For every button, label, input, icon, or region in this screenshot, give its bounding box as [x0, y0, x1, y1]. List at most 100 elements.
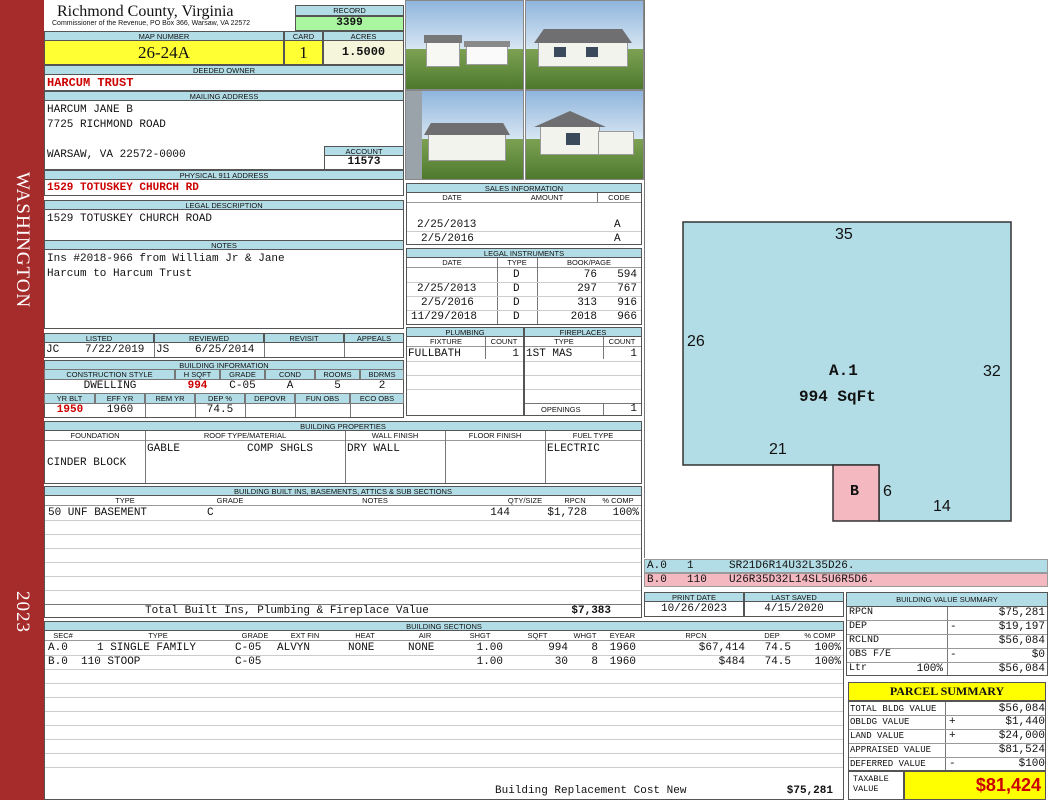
vs-value: $0 — [1031, 649, 1045, 661]
bi-header: H SQFT — [175, 369, 220, 380]
taxable-label-box: TAXABLE VALUE — [848, 771, 904, 800]
sales-row-code: A — [614, 219, 621, 231]
section-air: NONE — [408, 642, 435, 654]
bi-header: ECO OBS — [350, 393, 404, 404]
dim-stoop: 6 — [883, 483, 892, 500]
li-row-date: 2/5/2016 — [421, 297, 474, 309]
area-sqft: 994 SqFt — [799, 388, 876, 406]
section-header: SQFT — [527, 631, 548, 640]
builtin-header: NOTES — [362, 496, 388, 505]
built-ins-total-label: Total Built Ins, Plumbing & Fireplace Va… — [145, 605, 429, 617]
bi-header: DEPOVR — [245, 393, 295, 404]
mailing-line-1: HARCUM JANE B — [47, 104, 133, 116]
builtin-qty: 144 — [490, 507, 510, 519]
section-header: WHGT — [573, 631, 597, 640]
builtin-comp: 100% — [612, 507, 639, 519]
dim-notch: 21 — [769, 441, 787, 458]
ps-value: $56,084 — [998, 703, 1045, 715]
record-number: 3399 — [295, 16, 404, 31]
deeded-owner-box: HARCUM TRUST — [44, 74, 404, 91]
property-photo-front[interactable] — [525, 0, 644, 90]
bi-header: BDRMS — [360, 369, 404, 380]
section-sec: A.0 — [48, 642, 68, 654]
bi-value: 1960 — [106, 404, 134, 416]
builtin-header: RPCN — [564, 496, 586, 505]
side-district-label: WASHINGTON — [12, 171, 33, 309]
plumbing-count: 1 — [512, 348, 519, 360]
section-sqft: 994 — [548, 642, 568, 654]
property-photo-corner[interactable] — [525, 90, 644, 180]
property-photo-side[interactable] — [405, 90, 524, 180]
vector-code: 110 — [687, 574, 707, 586]
prop-header: FUEL TYPE — [572, 431, 614, 440]
bi-value: 2 — [378, 380, 386, 392]
dim-left: 26 — [687, 333, 705, 350]
notes-box: Ins #2018-966 from William Jr & Jane Har… — [44, 249, 404, 329]
fireplaces-table: TYPE COUNT 1ST MAS 1 OPENINGS 1 — [524, 336, 642, 416]
wall-finish-value: DRY WALL — [347, 443, 400, 455]
map-number: 26-24A — [44, 40, 284, 65]
legal-instruments-table: DATE TYPE BOOK/PAGE D 76 594 2/25/2013 D… — [406, 257, 642, 325]
side-year-label: 2023 — [12, 591, 33, 633]
bi-header: ROOMS — [315, 369, 360, 380]
li-row-book: 297 — [577, 283, 597, 295]
replacement-cost-value: $75,281 — [786, 785, 833, 797]
vs-value: $56,084 — [998, 635, 1045, 647]
commissioner-address: Commissioner of the Revenue, PO Box 366,… — [52, 20, 251, 27]
bi-value: 994 — [187, 380, 208, 392]
built-ins-total-value: $7,383 — [571, 605, 611, 617]
ps-label: DEFERRED VALUE — [850, 759, 926, 769]
vector-sec: B.0 — [647, 574, 667, 586]
area-label: A.1 — [829, 362, 858, 380]
li-header-book: BOOK/PAGE — [566, 258, 612, 267]
section-rpcn: $67,414 — [698, 642, 745, 654]
ps-value: $100 — [1018, 758, 1045, 770]
section-eyear: 1960 — [609, 642, 636, 654]
vs-pct: 100% — [916, 663, 943, 675]
vs-sign: - — [950, 621, 957, 633]
li-header-type: TYPE — [507, 258, 527, 267]
vs-value: $19,197 — [998, 621, 1045, 633]
section-rpcn: $484 — [718, 656, 745, 668]
taxable-label: TAXABLE VALUE — [853, 774, 889, 794]
section-header: GRADE — [241, 631, 269, 640]
vector-path: SR21D6R14U32L35D26. — [729, 560, 855, 572]
builtin-header: TYPE — [115, 496, 135, 505]
vs-value: $75,281 — [998, 607, 1045, 619]
notes-line-1: Ins #2018-966 from William Jr & Jane — [47, 253, 285, 265]
builtin-rpcn: $1,728 — [547, 507, 587, 519]
account-number: 11573 — [324, 155, 404, 170]
section-whgt: 8 — [591, 642, 598, 654]
bi-header: REM YR — [145, 393, 195, 404]
li-row-page: 966 — [617, 311, 637, 323]
replacement-cost-label: Building Replacement Cost New — [495, 785, 687, 797]
ps-sign: + — [949, 716, 956, 728]
vs-sign: - — [950, 649, 957, 661]
prop-header: WALL FINISH — [371, 431, 419, 440]
section-header: SEC# — [53, 631, 73, 640]
vs-label: Ltr — [849, 663, 868, 674]
bi-header: GRADE — [220, 369, 265, 380]
mailing-line-2: 7725 RICHMOND ROAD — [47, 119, 166, 131]
record-label: RECORD — [295, 5, 404, 16]
property-photo-sheds[interactable] — [405, 0, 524, 90]
plumbing-header-count: COUNT — [490, 337, 518, 346]
bi-value: DWELLING — [83, 380, 137, 392]
section-header: AIR — [418, 631, 432, 640]
listed-date: 7/22/2019 — [85, 344, 145, 356]
section-heat: NONE — [348, 642, 375, 654]
building-info-table: CONSTRUCTION STYLE H SQFT GRADE COND ROO… — [44, 369, 404, 418]
legal-description-box: 1529 TOTUSKEY CHURCH ROAD — [44, 209, 404, 241]
bi-header: YR BLT — [44, 393, 95, 404]
section-type: 110 STOOP — [81, 656, 141, 668]
section-header: DEP — [764, 631, 780, 640]
fireplace-header-count: COUNT — [608, 337, 636, 346]
bi-value: 5 — [334, 380, 341, 392]
card-number: 1 — [284, 40, 323, 65]
plumbing-table: FIXTURE COUNT FULLBATH 1 — [406, 336, 524, 416]
dim-right: 32 — [983, 363, 1001, 380]
section-header: % COMP — [804, 631, 836, 640]
section-comp: 100% — [814, 656, 841, 668]
fireplace-type: 1ST MAS — [526, 348, 573, 360]
section-grade: C-05 — [235, 642, 262, 654]
